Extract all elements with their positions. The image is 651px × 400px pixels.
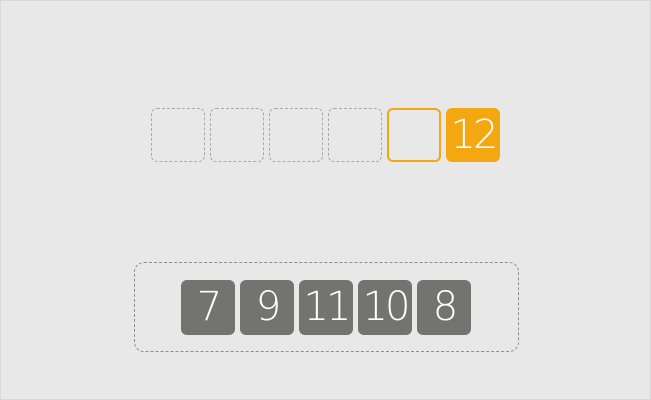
- number-tile-2[interactable]: 9: [240, 280, 294, 335]
- answer-slot-6-filled[interactable]: 12: [446, 108, 500, 162]
- number-tile-1[interactable]: 7: [181, 280, 235, 335]
- answer-slot-5-active[interactable]: [387, 108, 441, 162]
- answer-slot-4[interactable]: [328, 108, 382, 162]
- answer-slot-3[interactable]: [269, 108, 323, 162]
- answer-slot-1[interactable]: [151, 108, 205, 162]
- number-tile-3[interactable]: 11: [299, 280, 353, 335]
- number-tile-4[interactable]: 10: [358, 280, 412, 335]
- answer-slot-2[interactable]: [210, 108, 264, 162]
- number-tile-5[interactable]: 8: [417, 280, 471, 335]
